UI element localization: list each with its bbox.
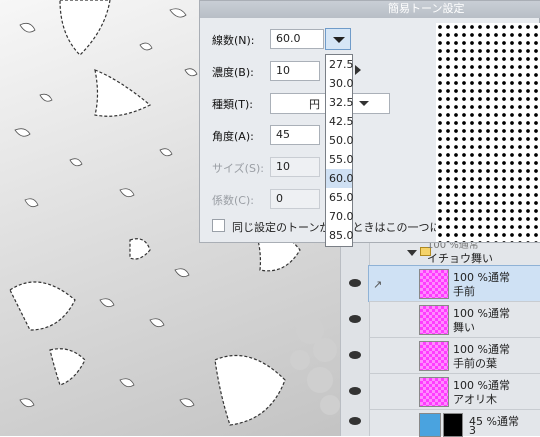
visibility-column bbox=[341, 232, 370, 436]
eye-icon[interactable] bbox=[349, 387, 361, 395]
layer-name: 手前の葉 bbox=[453, 357, 497, 370]
eye-icon[interactable] bbox=[349, 417, 361, 425]
dropdown-option[interactable]: 70.0 bbox=[326, 207, 354, 226]
chevron-down-icon[interactable] bbox=[407, 250, 417, 256]
line-count-label: 線数(N): bbox=[212, 34, 255, 47]
mask-thumbnail bbox=[443, 413, 463, 437]
dropdown-option[interactable]: 42.5 bbox=[326, 112, 354, 131]
tone-settings-dialog: 簡易トーン設定 線数(N): 60.0 濃度(B): 10 種類(T): 円 角… bbox=[199, 0, 540, 243]
dialog-title: 簡易トーン設定 bbox=[388, 2, 465, 15]
layer-thumbnail bbox=[419, 341, 449, 371]
eye-icon[interactable] bbox=[349, 315, 361, 323]
layer-row[interactable]: ↗ 100 %通常 手前 bbox=[368, 265, 540, 302]
coefficient-label: 係数(C): bbox=[212, 194, 254, 207]
layer-thumbnail bbox=[419, 413, 441, 437]
layer-name: 手前 bbox=[453, 285, 475, 298]
dropdown-option[interactable]: 27.5 bbox=[326, 55, 354, 74]
tone-preview bbox=[436, 23, 540, 242]
layer-name: 舞い bbox=[453, 321, 475, 334]
dropdown-option[interactable]: 65.0 bbox=[326, 188, 354, 207]
type-label: 種類(T): bbox=[212, 98, 254, 111]
layer-thumbnail bbox=[419, 269, 449, 299]
angle-input[interactable]: 45 bbox=[270, 125, 320, 145]
chevron-right-icon[interactable] bbox=[355, 65, 361, 75]
size-input: 10 bbox=[270, 157, 320, 177]
layer-panel: イチョウ舞い 100 %通常 ↗ 100 %通常 手前 100 %通常 舞い 1… bbox=[340, 232, 540, 437]
dropdown-option[interactable]: 32.5 bbox=[326, 93, 354, 112]
layer-row[interactable]: 100 %通常 手前の葉 bbox=[369, 338, 540, 373]
layer-name: 3 bbox=[469, 424, 476, 437]
size-label: サイズ(S): bbox=[212, 162, 264, 175]
dropdown-option[interactable]: 85.0 bbox=[326, 226, 354, 245]
chevron-down-icon bbox=[333, 37, 345, 43]
line-count-dropdown-button[interactable] bbox=[325, 28, 351, 50]
angle-label: 角度(A): bbox=[212, 130, 254, 143]
layer-row[interactable]: 45 %通常 3 bbox=[369, 410, 540, 437]
layer-row[interactable]: 100 %通常 舞い bbox=[369, 302, 540, 337]
folder-name: イチョウ舞い bbox=[427, 252, 493, 265]
layer-row[interactable]: 100 %通常 アオリ木 bbox=[369, 374, 540, 409]
chevron-down-icon bbox=[359, 101, 369, 106]
layer-blend: 45 %通常 bbox=[469, 415, 519, 428]
dropdown-option[interactable]: 30.0 bbox=[326, 74, 354, 93]
layer-name: アオリ木 bbox=[453, 393, 497, 406]
layer-thumbnail bbox=[419, 305, 449, 335]
dropdown-option[interactable]: 50.0 bbox=[326, 131, 354, 150]
eye-icon[interactable] bbox=[349, 351, 361, 359]
dropdown-option-selected[interactable]: 60.0 bbox=[326, 169, 354, 188]
dropdown-option[interactable]: 55.0 bbox=[326, 150, 354, 169]
type-select-arrow[interactable] bbox=[357, 94, 371, 112]
link-icon: ↗ bbox=[373, 278, 383, 291]
type-value: 円 bbox=[309, 98, 320, 111]
density-input[interactable]: 10 bbox=[270, 61, 320, 81]
line-count-input[interactable]: 60.0 bbox=[270, 29, 324, 49]
layer-thumbnail bbox=[419, 377, 449, 407]
eye-icon[interactable] bbox=[349, 279, 361, 287]
coefficient-input: 0 bbox=[270, 189, 320, 209]
line-count-dropdown-list: 27.5 30.0 32.5 42.5 50.0 55.0 60.0 65.0 … bbox=[325, 54, 354, 247]
merge-tones-checkbox[interactable] bbox=[212, 219, 225, 232]
density-label: 濃度(B): bbox=[212, 66, 254, 79]
dialog-titlebar[interactable]: 簡易トーン設定 bbox=[200, 1, 540, 18]
